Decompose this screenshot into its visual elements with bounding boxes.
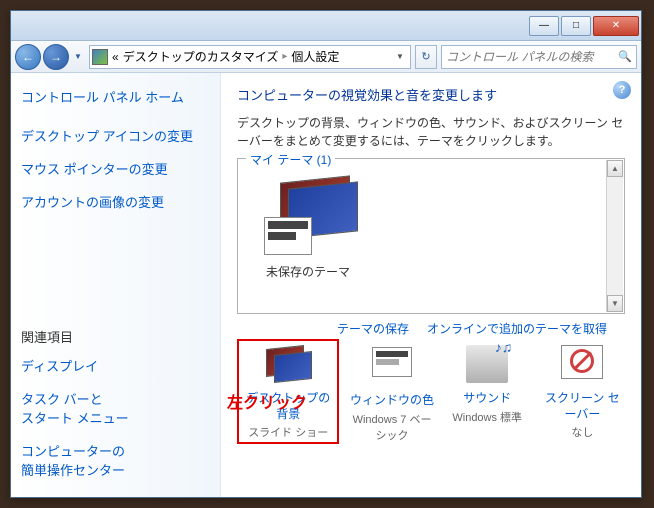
related-heading: 関連項目 (21, 327, 210, 346)
my-themes-group: マイ テーマ (1) 未保存のテーマ ▲ ▼ (237, 158, 625, 314)
back-button[interactable]: ← (15, 44, 41, 70)
sidebar: コントロール パネル ホーム デスクトップ アイコンの変更 マウス ポインターの… (11, 73, 221, 497)
page-description: デスクトップの背景、ウィンドウの色、サウンド、およびスクリーン セーバーをまとめ… (237, 114, 625, 150)
refresh-button[interactable]: ↻ (415, 45, 437, 69)
screensaver-icon (558, 345, 606, 387)
close-button[interactable]: ✕ (593, 16, 639, 36)
screensaver-item[interactable]: スクリーン セーバー なし (540, 343, 625, 444)
scroll-down-icon[interactable]: ▼ (607, 295, 623, 312)
item-sub: なし (540, 424, 625, 440)
related-taskbar[interactable]: タスク バーと スタート メニュー (21, 389, 210, 427)
navbar: ← → ▼ « デスクトップのカスタマイズ ▸ 個人設定 ▼ ↻ 🔍 (11, 41, 641, 73)
theme-item[interactable]: 未保存のテーマ (248, 177, 368, 280)
scroll-up-icon[interactable]: ▲ (607, 160, 623, 177)
sidebar-link-mouse-pointer[interactable]: マウス ポインターの変更 (21, 159, 210, 178)
item-label: ウィンドウの色 (349, 393, 434, 409)
related-display[interactable]: ディスプレイ (21, 356, 210, 375)
sidebar-link-desktop-icons[interactable]: デスクトップ アイコンの変更 (21, 126, 210, 145)
maximize-button[interactable]: □ (561, 16, 591, 36)
annotation-left-click: 左クリック (227, 389, 307, 413)
minimize-button[interactable]: — (529, 16, 559, 36)
crumb-sep-icon: ▸ (282, 51, 287, 62)
address-bar[interactable]: « デスクトップのカスタマイズ ▸ 個人設定 ▼ (89, 45, 411, 69)
help-icon[interactable]: ? (613, 81, 631, 99)
sidebar-link-home[interactable]: コントロール パネル ホーム (21, 87, 210, 106)
theme-links: テーマの保存 オンラインで追加のテーマを取得 (237, 320, 625, 337)
item-label: スクリーン セーバー (540, 391, 625, 422)
search-box[interactable]: 🔍 (441, 45, 637, 69)
forward-button[interactable]: → (43, 44, 69, 70)
related-ease-of-access[interactable]: コンピューターの 簡単操作センター (21, 441, 210, 479)
sounds-item[interactable]: ♪♫ サウンド Windows 標準 (445, 343, 530, 444)
control-panel-window: — □ ✕ ← → ▼ « デスクトップのカスタマイズ ▸ 個人設定 ▼ ↻ 🔍… (10, 10, 642, 498)
address-dropdown-icon[interactable]: ▼ (392, 52, 408, 61)
theme-name: 未保存のテーマ (248, 263, 368, 280)
control-panel-icon (92, 49, 108, 65)
save-theme-link[interactable]: テーマの保存 (337, 320, 409, 337)
themes-scrollbar[interactable]: ▲ ▼ (606, 160, 623, 312)
search-icon: 🔍 (618, 50, 632, 63)
main-panel: ? コンピューターの視覚効果と音を変更します デスクトップの背景、ウィンドウの色… (221, 73, 641, 497)
titlebar: — □ ✕ (11, 11, 641, 41)
search-input[interactable] (446, 50, 618, 64)
my-themes-label: マイ テーマ (1) (246, 151, 335, 168)
item-sub: Windows 標準 (445, 409, 530, 425)
item-label: サウンド (445, 391, 530, 407)
item-sub: スライド ショー (241, 424, 335, 440)
sidebar-link-account-picture[interactable]: アカウントの画像の変更 (21, 192, 210, 211)
page-title: コンピューターの視覚効果と音を変更します (237, 85, 625, 104)
window-color-icon (368, 347, 416, 389)
breadcrumb-sep: « (112, 50, 119, 64)
content-area: コントロール パネル ホーム デスクトップ アイコンの変更 マウス ポインターの… (11, 73, 641, 497)
sound-icon: ♪♫ (463, 345, 511, 387)
breadcrumb-item[interactable]: 個人設定 (291, 48, 339, 65)
theme-thumbnail (260, 177, 356, 257)
wallpaper-icon (264, 345, 312, 387)
window-color-item[interactable]: ウィンドウの色 Windows 7 ベーシック (349, 343, 434, 444)
online-themes-link[interactable]: オンラインで追加のテーマを取得 (427, 320, 607, 337)
breadcrumb-item[interactable]: デスクトップのカスタマイズ (123, 48, 279, 65)
item-sub: Windows 7 ベーシック (349, 411, 434, 443)
nav-history-chevron-icon[interactable]: ▼ (71, 44, 85, 70)
